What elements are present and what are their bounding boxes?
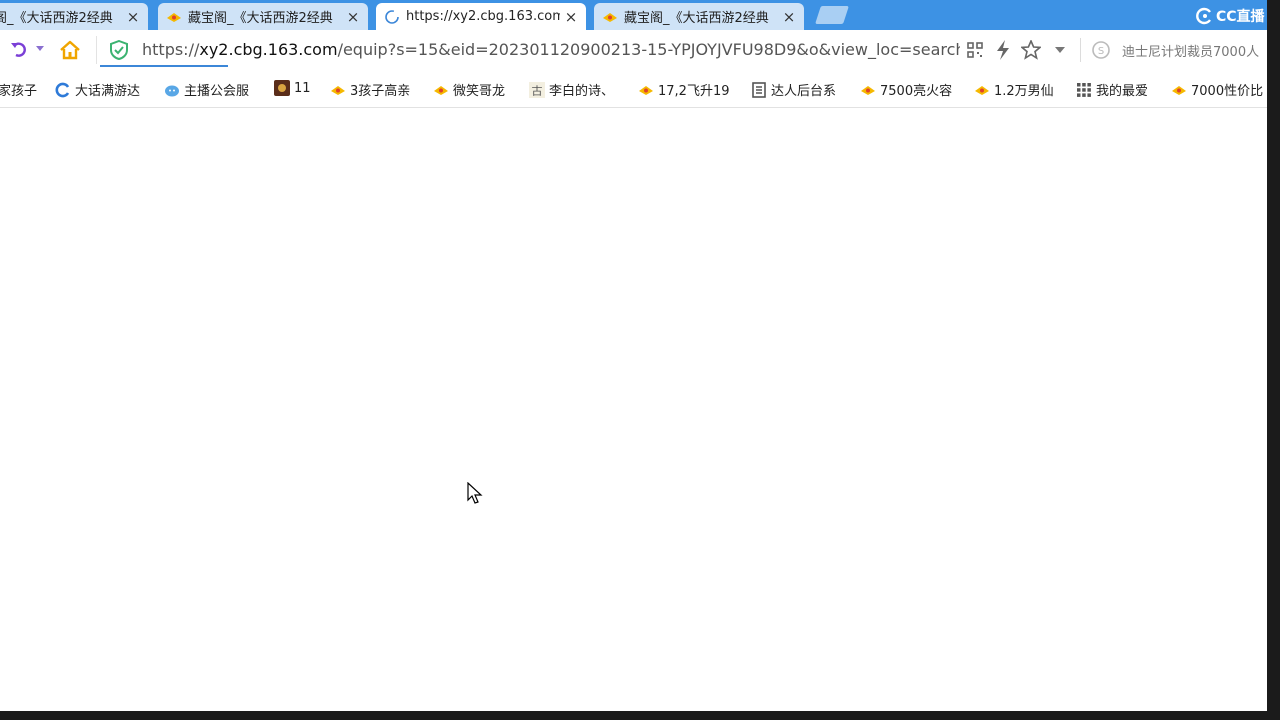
bookmark-label: 李白的诗、: [549, 84, 615, 99]
tab-4[interactable]: 藏宝阁_《大话西游2经典 ×: [594, 3, 804, 30]
doc-icon: [752, 81, 766, 98]
bookmark-item[interactable]: 7000性价比: [1171, 80, 1263, 99]
home-icon[interactable]: [59, 39, 81, 61]
bookmark-item[interactable]: 古 李白的诗、: [529, 80, 614, 99]
treasure-icon: [861, 85, 875, 95]
bookmark-item[interactable]: 1.2万男仙: [974, 80, 1054, 99]
window-border: [1267, 0, 1280, 720]
window-border: [0, 711, 1280, 720]
undo-back-icon[interactable]: [10, 40, 32, 60]
loading-spinner-icon: [385, 9, 399, 24]
page-content-blank[interactable]: [0, 108, 1267, 711]
tab-close-icon[interactable]: ×: [126, 8, 140, 26]
treasure-icon: [1172, 85, 1186, 95]
address-focus-underline: [100, 65, 228, 67]
bookmark-item[interactable]: 主播公会服: [164, 80, 249, 99]
bookmark-label: 微笑哥龙: [453, 84, 506, 99]
bookmark-label: 达人后台系: [771, 84, 837, 99]
tab-close-icon[interactable]: ×: [782, 8, 796, 26]
game-icon: [274, 80, 290, 96]
bookmark-label: 1.2万男仙: [994, 84, 1054, 99]
bookmarks-bar: 家孩子 大话满游达 主播公会服 11 3孩子高亲 微笑哥龙 古 李白的诗、 17: [0, 70, 1267, 108]
tab-title: 藏宝阁_《大话西游2经典: [188, 11, 333, 26]
browser-window: 阁_《大话西游2经典 × 藏宝阁_《大话西游2经典 × https://xy2.…: [0, 0, 1267, 711]
svg-text:古: 古: [532, 84, 543, 97]
chevron-down-icon[interactable]: [1055, 47, 1065, 53]
url-domain: xy2.cbg.163.com: [199, 40, 338, 59]
lightning-icon[interactable]: [995, 40, 1011, 60]
treasure-icon: [331, 85, 345, 95]
svg-text:S: S: [1098, 46, 1104, 57]
address-input[interactable]: https://xy2.cbg.163.com/equip?s=15&eid=2…: [142, 40, 960, 59]
mouse-cursor-icon: [467, 482, 483, 504]
qr-code-icon[interactable]: [967, 42, 983, 58]
brand-label: CC直播: [1216, 9, 1265, 25]
bookmark-item[interactable]: 微笑哥龙: [433, 80, 505, 99]
search-promo-text[interactable]: 迪士尼计划裁员7000人: [1122, 41, 1267, 60]
treasure-icon: [639, 85, 653, 95]
bookmark-label: 7000性价比: [1191, 84, 1264, 99]
tab-strip: 阁_《大话西游2经典 × 藏宝阁_《大话西游2经典 × https://xy2.…: [0, 0, 1267, 30]
bookmark-item[interactable]: 7500亮火容: [860, 80, 952, 99]
treasure-icon: [603, 12, 617, 22]
cc-live-watermark: CC直播: [1196, 7, 1265, 25]
tab-3-active[interactable]: https://xy2.cbg.163.com ×: [376, 3, 586, 30]
bookmark-item[interactable]: 大话满游达: [55, 80, 140, 99]
cloud-face-icon: [165, 85, 179, 96]
tab-title: 阁_《大话西游2经典: [0, 11, 113, 26]
tab-title: https://xy2.cbg.163.com: [406, 9, 560, 24]
new-tab-button[interactable]: [815, 6, 849, 24]
bookmark-label: 大话满游达: [75, 84, 141, 99]
treasure-icon: [167, 12, 181, 22]
search-engine-icon[interactable]: S: [1092, 41, 1110, 59]
treasure-icon: [975, 85, 989, 95]
bookmark-item[interactable]: 11: [274, 80, 311, 96]
navigation-bar: https://xy2.cbg.163.com/equip?s=15&eid=2…: [0, 30, 1267, 70]
gu-icon: 古: [529, 81, 545, 98]
tab-close-icon[interactable]: ×: [564, 8, 578, 26]
bookmark-item[interactable]: 家孩子: [0, 80, 37, 99]
refresh-c-icon: [55, 82, 70, 97]
shield-check-icon[interactable]: [110, 40, 128, 60]
tab-close-icon[interactable]: ×: [346, 8, 360, 26]
url-path: /equip?s=15&eid=202301120900213-15-YPJOY…: [337, 40, 960, 59]
bookmark-item[interactable]: 17,2飞升19: [638, 80, 730, 99]
treasure-icon: [434, 85, 448, 95]
bookmark-label: 主播公会服: [184, 84, 250, 99]
bookmark-label: 家孩子: [0, 84, 38, 99]
bookmark-label: 3孩子高亲: [350, 84, 411, 99]
bookmark-label: 7500亮火容: [880, 84, 953, 99]
bookmark-label: 11: [294, 80, 311, 96]
bookmark-label: 我的最爱: [1096, 84, 1149, 99]
tab-1[interactable]: 阁_《大话西游2经典 ×: [0, 3, 148, 30]
bookmark-item[interactable]: 3孩子高亲: [330, 80, 410, 99]
bookmark-item[interactable]: 达人后台系: [751, 80, 836, 99]
bookmark-item[interactable]: 我的最爱: [1076, 80, 1148, 99]
grid-icon: [1077, 82, 1091, 97]
url-scheme: https://: [142, 40, 200, 59]
cc-logo-icon: [1196, 7, 1211, 25]
tab-title: 藏宝阁_《大话西游2经典: [624, 11, 769, 26]
divider: [1080, 38, 1081, 62]
star-icon[interactable]: [1021, 40, 1041, 60]
bookmark-label: 17,2飞升19: [658, 84, 730, 99]
chevron-down-icon[interactable]: [36, 46, 44, 52]
tab-2[interactable]: 藏宝阁_《大话西游2经典 ×: [158, 3, 368, 30]
divider: [96, 36, 97, 64]
